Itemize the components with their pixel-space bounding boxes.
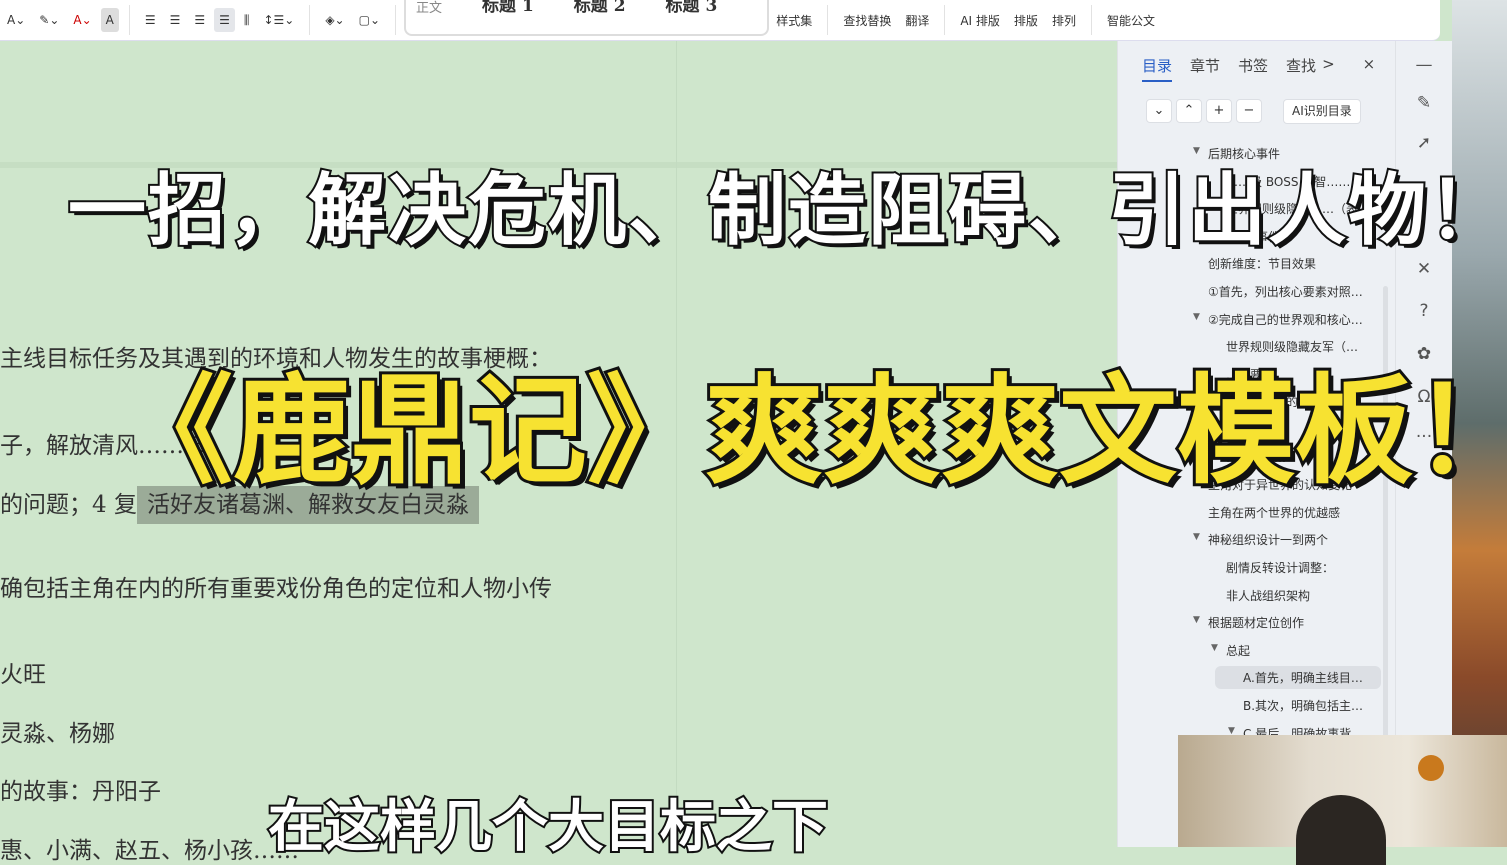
overlay-title-line2: 《鹿鼎记》爽爽爽文模板！ bbox=[112, 359, 1507, 503]
lamp bbox=[1418, 755, 1444, 781]
tab-find[interactable]: 查找 bbox=[1286, 55, 1316, 82]
doc-line: 确包括主角在内的所有重要戏份角色的定位和人物小传 bbox=[0, 576, 552, 602]
align-left-icon[interactable]: ☰ bbox=[140, 8, 161, 32]
help-icon[interactable]: ? bbox=[1413, 301, 1435, 321]
more-tabs-icon[interactable]: > bbox=[1322, 55, 1335, 82]
expand-arrow-icon[interactable]: ▼ bbox=[1193, 312, 1200, 322]
overlay-title-line1: 一招，解决危机、制造阻碍、引出人物！ bbox=[66, 164, 1507, 258]
minimize-icon[interactable]: — bbox=[1413, 55, 1435, 75]
outline-item-label: 非人战组织架构 bbox=[1226, 588, 1311, 603]
tools-icon[interactable]: ✕ bbox=[1413, 259, 1435, 279]
doc-line: 火旺 bbox=[0, 662, 46, 688]
outline-item-label: 根据题材定位创作 bbox=[1208, 616, 1305, 631]
outline-item-label: ①首先，列出核心要素对照… bbox=[1208, 285, 1363, 299]
divider bbox=[309, 5, 311, 35]
doc-line: 灵淼、杨娜 bbox=[0, 721, 115, 747]
ribbon-toolbar: A⌄ ✎⌄ A⌄ A ☰ ☰ ☰ ☰ ⫼ ↕☰⌄ ◈⌄ ▢⌄ 正文 标题 1 标… bbox=[0, 0, 1440, 41]
style-gallery: 正文 标题 1 标题 2 标题 3 bbox=[404, 0, 770, 36]
outline-item[interactable]: ▼ ②完成自己的世界观和核心… bbox=[1193, 311, 1363, 328]
remove-heading-button[interactable]: − bbox=[1236, 99, 1262, 123]
expand-up-button[interactable]: ⌃ bbox=[1176, 99, 1202, 123]
outline-item-label: 主角在两个世界的优越感 bbox=[1208, 505, 1341, 520]
collapse-button[interactable]: ⌄ bbox=[1146, 99, 1172, 123]
ai-toc-button[interactable]: AI识别目录 bbox=[1283, 99, 1361, 124]
divider bbox=[944, 5, 946, 35]
style-heading3[interactable]: 标题 3 bbox=[666, 0, 718, 16]
smart-doc-button[interactable]: 智能公文 bbox=[1102, 8, 1160, 32]
outline-item-label: 神秘组织设计一到两个 bbox=[1208, 533, 1329, 548]
doc-line: 的故事：丹阳子 bbox=[0, 779, 161, 805]
style-heading1[interactable]: 标题 1 bbox=[482, 0, 534, 16]
outline-item[interactable]: A.首先，明确主线目… bbox=[1215, 666, 1381, 690]
border-icon[interactable]: ▢⌄ bbox=[354, 8, 385, 32]
divider bbox=[128, 5, 130, 35]
justify-icon[interactable]: ☰ bbox=[214, 8, 235, 32]
outline-item-label: 总起 bbox=[1226, 643, 1251, 658]
distribute-icon[interactable]: ⫼ bbox=[239, 8, 255, 32]
outline-item[interactable]: ①首先，列出核心要素对照… bbox=[1208, 283, 1363, 300]
ai-layout-button[interactable]: AI 排版 bbox=[955, 8, 1005, 32]
line-spacing-icon[interactable]: ↕☰⌄ bbox=[258, 8, 299, 32]
outline-item[interactable]: 主角在两个世界的优越感 bbox=[1208, 504, 1340, 521]
align-right-icon[interactable]: ☰ bbox=[189, 8, 210, 32]
divider bbox=[395, 5, 397, 35]
subtitle-caption: 在这样几个大目标之下 bbox=[266, 793, 830, 862]
arrange-button[interactable]: 排列 bbox=[1047, 8, 1081, 32]
expand-arrow-icon[interactable]: ▼ bbox=[1211, 643, 1218, 653]
presenter bbox=[1296, 795, 1386, 865]
outline-item-label: B.其次，明确包括主… bbox=[1243, 699, 1364, 713]
highlight-button[interactable]: ✎⌄ bbox=[34, 8, 64, 32]
close-icon[interactable]: × bbox=[1363, 55, 1376, 82]
divider bbox=[827, 5, 829, 35]
style-normal[interactable]: 正文 bbox=[416, 0, 442, 16]
shading-icon[interactable]: ◈⌄ bbox=[320, 8, 349, 32]
webcam-overlay bbox=[1178, 735, 1507, 865]
outline-item-label: A.首先，明确主线目… bbox=[1243, 671, 1363, 686]
tab-toc[interactable]: 目录 bbox=[1142, 55, 1173, 82]
style-set-button[interactable]: 样式集 bbox=[771, 8, 817, 32]
outline-item[interactable]: ▼ 根据题材定位创作 bbox=[1193, 614, 1305, 631]
outline-item[interactable]: ▼ 总起 bbox=[1211, 642, 1251, 659]
char-shading-button[interactable]: A bbox=[100, 8, 119, 32]
expand-arrow-icon[interactable]: ▼ bbox=[1193, 532, 1200, 542]
font-color-button[interactable]: A⌄ bbox=[68, 8, 96, 32]
outline-item-label: 剧情反转设计调整： bbox=[1226, 561, 1335, 575]
outline-item[interactable]: B.其次，明确包括主… bbox=[1243, 697, 1363, 714]
tab-chapter[interactable]: 章节 bbox=[1190, 55, 1220, 82]
add-heading-button[interactable]: + bbox=[1206, 99, 1232, 123]
outline-item[interactable]: 非人战组织架构 bbox=[1226, 587, 1310, 604]
find-replace-button[interactable]: 查找替换 bbox=[838, 8, 896, 32]
style-heading2[interactable]: 标题 2 bbox=[574, 0, 626, 16]
expand-arrow-icon[interactable]: ▼ bbox=[1193, 615, 1200, 625]
tab-bookmark[interactable]: 书签 bbox=[1238, 55, 1268, 82]
doc-line: 惠、小满、赵五、杨小孩…… bbox=[0, 838, 299, 864]
pen-icon[interactable]: ✎ bbox=[1413, 93, 1435, 113]
outline-item-label: ②完成自己的世界观和核心… bbox=[1208, 312, 1363, 327]
outline-item[interactable]: 剧情反转设计调整： bbox=[1226, 559, 1334, 576]
divider bbox=[1090, 5, 1092, 35]
layout-button[interactable]: 排版 bbox=[1009, 8, 1043, 32]
outline-item[interactable]: ▼ 神秘组织设计一到两个 bbox=[1193, 531, 1329, 548]
translate-button[interactable]: 翻译 bbox=[900, 8, 934, 32]
align-center-icon[interactable]: ☰ bbox=[165, 8, 186, 32]
text-effect-button[interactable]: A⌄ bbox=[2, 8, 30, 32]
